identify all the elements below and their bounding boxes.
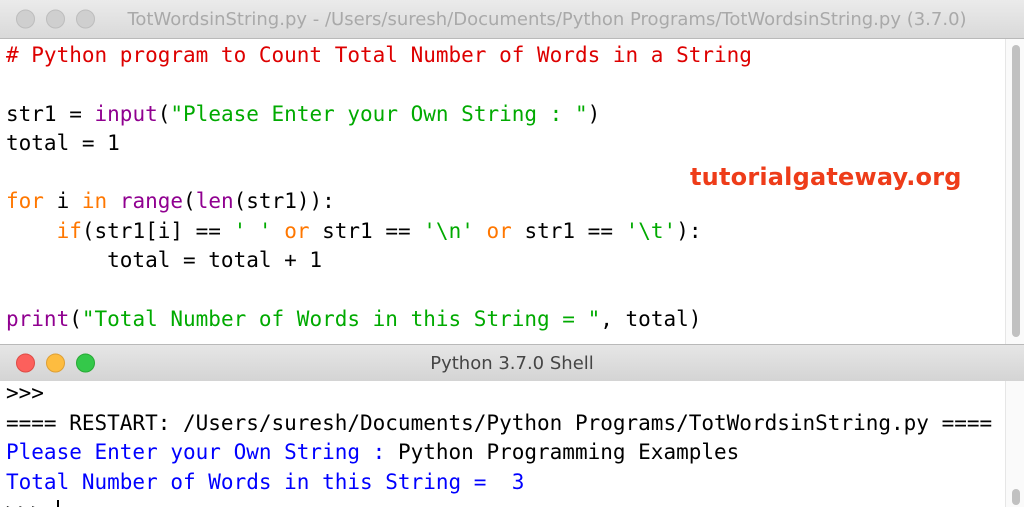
code-line-8: total = total + 1: [6, 246, 752, 275]
shell-text[interactable]: >>> ==== RESTART: /Users/suresh/Documents…: [6, 381, 992, 507]
code-token: i: [43, 189, 82, 214]
shell-line-restart: ==== RESTART: /Users/suresh/Documents/Py…: [6, 409, 992, 439]
string-token: '\t': [625, 218, 677, 243]
string-token: ' ': [233, 218, 272, 243]
string-token: '\n': [423, 218, 474, 243]
builtin-token: input: [94, 101, 158, 126]
code-line-4: total = 1: [6, 129, 752, 158]
close-button[interactable]: [16, 353, 35, 373]
editor-scrollbar[interactable]: [1005, 39, 1024, 344]
shell-window-controls: [16, 353, 95, 373]
code-token: str1 ==: [511, 218, 626, 243]
shell-scrollbar[interactable]: [1005, 381, 1024, 507]
editor-window-controls: [16, 9, 95, 29]
code-token: (: [157, 101, 171, 126]
editor-scroll-thumb[interactable]: [1012, 45, 1020, 337]
code-line-6: for i in range(len(str1)):: [6, 187, 752, 216]
stdout-text: Please Enter your Own String :: [6, 440, 398, 464]
editor-window-title: TotWordsinString.py - /Users/suresh/Docu…: [127, 8, 967, 30]
code-token: (: [183, 189, 196, 214]
shell-line-prompt-prev: >>>: [6, 381, 992, 409]
comment-text: # Python program to Count Total Number o…: [6, 43, 752, 67]
code-token: (str1)):: [233, 189, 335, 214]
prompt-token: >>>: [6, 381, 44, 405]
stdout-text: Total Number of Words in this String = 3: [6, 469, 525, 494]
code-line-7: if(str1[i] == ' ' or str1 == '\n' or str…: [6, 217, 752, 246]
keyword-token: if: [56, 218, 82, 243]
zoom-button[interactable]: [76, 353, 95, 373]
code-token: ): [587, 101, 601, 126]
builtin-token: len: [195, 189, 234, 214]
code-line-3: str1 = input("Please Enter your Own Stri…: [6, 100, 752, 129]
code-token: (: [69, 306, 82, 331]
code-line-10: print("Total Number of Words in this Str…: [6, 305, 752, 334]
code-editor[interactable]: # Python program to Count Total Number o…: [0, 39, 1006, 344]
shell-line-input: Please Enter your Own String : Python Pr…: [6, 438, 992, 468]
code-token: str1 ==: [309, 218, 424, 243]
code-token: total = 1: [6, 130, 120, 155]
watermark-logo: tutorialgateway.org: [690, 163, 962, 191]
text-cursor: [56, 500, 59, 507]
zoom-button[interactable]: [76, 9, 95, 29]
keyword-token: or: [284, 218, 310, 243]
source-code[interactable]: # Python program to Count Total Number o…: [6, 41, 752, 334]
string-token: "Please Enter your Own String : ": [170, 101, 588, 126]
code-line-1: # Python program to Count Total Number o…: [6, 41, 752, 70]
keyword-token: in: [81, 189, 108, 214]
shell-titlebar[interactable]: Python 3.7.0 Shell: [0, 344, 1024, 382]
builtin-token: print: [6, 306, 70, 331]
editor-titlebar[interactable]: TotWordsinString.py - /Users/suresh/Docu…: [0, 0, 1024, 39]
close-button[interactable]: [16, 9, 35, 29]
shell-line-prompt[interactable]: >>>: [6, 497, 992, 507]
code-token: , total): [600, 306, 702, 331]
code-token: (str1[i] ==: [81, 218, 234, 243]
shell-window-title: Python 3.7.0 Shell: [430, 352, 594, 374]
restart-text: ==== RESTART: /Users/suresh/Documents/Py…: [6, 410, 993, 435]
minimize-button[interactable]: [46, 353, 65, 373]
minimize-button[interactable]: [46, 9, 65, 29]
code-token: ):: [676, 218, 702, 243]
builtin-token: range: [119, 189, 184, 214]
keyword-token: for: [6, 189, 44, 214]
shell-scroll-thumb[interactable]: [1012, 489, 1020, 505]
string-token: "Total Number of Words in this String = …: [81, 306, 601, 331]
keyword-token: or: [486, 218, 512, 243]
code-token: total = total + 1: [6, 248, 323, 273]
prompt-token: >>>: [6, 499, 57, 507]
shell-output[interactable]: >>> ==== RESTART: /Users/suresh/Documents…: [0, 381, 1006, 507]
code-token: str1 =: [6, 101, 95, 126]
stdin-text: Python Programming Examples: [397, 440, 740, 464]
shell-line-output: Total Number of Words in this String = 3: [6, 468, 992, 498]
